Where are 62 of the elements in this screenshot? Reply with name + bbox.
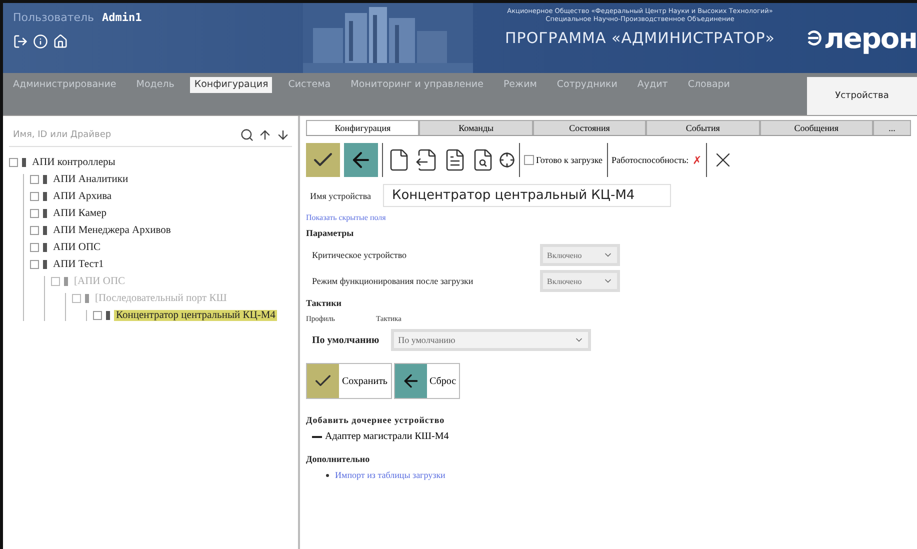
back-button[interactable] bbox=[344, 143, 378, 177]
tree-item[interactable]: АПИ ОПС bbox=[51, 242, 103, 253]
tab[interactable]: ... bbox=[873, 120, 912, 135]
device-icon bbox=[64, 277, 68, 286]
tree-item[interactable]: АПИ Камер bbox=[51, 208, 108, 219]
device-name-label: Имя устройства bbox=[310, 190, 371, 200]
tree-checkbox[interactable] bbox=[30, 192, 39, 201]
search-icon[interactable] bbox=[240, 128, 254, 142]
logo-text: лерон bbox=[824, 22, 917, 54]
profile-name: По умолчанию bbox=[312, 334, 380, 346]
child-device-link[interactable]: Адаптер магистрали КШ-М4 bbox=[325, 431, 449, 442]
device-name-field[interactable]: Концентратор центральный КЦ-М4 bbox=[383, 184, 671, 207]
tab[interactable]: Конфигурация bbox=[306, 120, 420, 135]
section-title: Дополнительно bbox=[306, 454, 371, 464]
bullet-icon bbox=[326, 474, 329, 476]
reset-button[interactable]: Сброс bbox=[394, 363, 460, 399]
program-title: ПРОГРАММА «АДМИНИСТРАТОР» bbox=[505, 29, 775, 47]
ready-checkbox[interactable]: Готово к загрузке bbox=[524, 155, 602, 165]
user-label: Пользователь bbox=[13, 11, 94, 24]
import-link[interactable]: Импорт из таблицы загрузки bbox=[335, 470, 446, 480]
param-select[interactable]: Включено bbox=[540, 270, 620, 292]
dash-icon bbox=[312, 436, 322, 438]
devices-tab[interactable]: Устройства bbox=[807, 77, 917, 115]
apply-button[interactable] bbox=[306, 143, 340, 177]
device-icon bbox=[22, 158, 26, 167]
param-label: Критическое устройство bbox=[312, 250, 408, 260]
tree-checkbox[interactable] bbox=[30, 243, 39, 252]
home-icon[interactable] bbox=[53, 34, 68, 49]
nav-item[interactable]: Конфигурация bbox=[190, 77, 272, 93]
tactic-select[interactable]: По умолчанию bbox=[391, 329, 592, 351]
device-icon bbox=[85, 294, 89, 303]
tree-checkbox[interactable] bbox=[30, 175, 39, 184]
tree-item[interactable]: АПИ Архива bbox=[51, 191, 114, 202]
tree-item[interactable]: АПИ Тест1 bbox=[51, 259, 106, 270]
tree-item[interactable]: АПИ Менеджера Архивов bbox=[51, 225, 173, 236]
tab[interactable]: События bbox=[646, 120, 760, 135]
user-name: Admin1 bbox=[102, 11, 142, 24]
health-label: Работоспособность: bbox=[612, 155, 689, 165]
section-title: Параметры bbox=[306, 228, 355, 238]
search-field[interactable]: Имя, ID или Драйвер bbox=[11, 129, 236, 141]
device-icon bbox=[106, 311, 110, 320]
tree-checkbox[interactable] bbox=[9, 158, 18, 167]
arrow-up-icon[interactable] bbox=[258, 128, 272, 142]
tab[interactable]: Состояния bbox=[532, 120, 646, 135]
show-hidden-link[interactable]: Показать скрытые поля bbox=[306, 213, 911, 222]
health-status: ✗ bbox=[692, 154, 702, 166]
tree-checkbox[interactable] bbox=[30, 209, 39, 218]
tree-item[interactable]: АПИ контроллеры bbox=[30, 157, 118, 168]
arrow-down-icon[interactable] bbox=[276, 128, 290, 142]
save-button[interactable]: Сохранить bbox=[306, 363, 392, 399]
crosshair-icon[interactable] bbox=[499, 152, 515, 168]
tree-checkbox[interactable] bbox=[30, 260, 39, 269]
section-title: Тактики bbox=[306, 298, 342, 308]
param-select[interactable]: Включено bbox=[540, 244, 620, 266]
logout-icon[interactable] bbox=[13, 34, 28, 49]
tab[interactable]: Сообщения bbox=[760, 120, 874, 135]
tree-item[interactable]: АПИ Аналитики bbox=[51, 174, 130, 185]
section-title: Добавить дочернее устройство bbox=[306, 415, 446, 425]
tree-checkbox[interactable] bbox=[30, 226, 39, 235]
tab[interactable]: Команды bbox=[419, 120, 533, 135]
info-icon[interactable] bbox=[33, 34, 48, 49]
param-label: Режим функционирования после загрузки bbox=[312, 276, 474, 286]
